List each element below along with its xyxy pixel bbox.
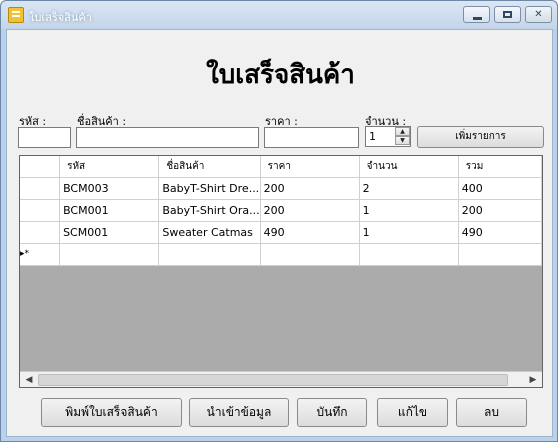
cell-total[interactable]: 200 xyxy=(458,199,542,222)
cell-quantity[interactable]: 1 xyxy=(359,221,459,244)
increment-icon[interactable]: ▲ xyxy=(395,127,410,136)
maximize-icon xyxy=(503,11,512,18)
column-header-quantity[interactable]: จำนวน xyxy=(359,156,459,178)
close-button[interactable]: ✕ xyxy=(525,6,552,23)
new-cell[interactable] xyxy=(359,243,459,266)
scroll-right-icon[interactable]: ▶ xyxy=(525,373,541,387)
print-receipt-button[interactable]: พิมพ์ใบเสร็จสินค้า xyxy=(41,398,182,427)
price-input[interactable] xyxy=(264,127,359,148)
row-header[interactable] xyxy=(20,199,61,222)
new-cell[interactable] xyxy=(158,243,261,266)
code-input[interactable] xyxy=(18,127,71,148)
quantity-stepper[interactable]: 1 ▲ ▼ xyxy=(365,126,411,147)
add-item-button[interactable]: เพิ่มรายการ xyxy=(417,126,544,148)
items-table: รหัส ชื่อสินค้า ราคา จำนวน รวม BCM003 Ba… xyxy=(20,156,542,266)
product-name-input[interactable] xyxy=(76,127,259,148)
minimize-icon xyxy=(473,17,482,20)
cell-code[interactable]: BCM001 xyxy=(59,199,160,222)
table-header-row: รหัส ชื่อสินค้า ราคา จำนวน รวม xyxy=(20,156,542,178)
minimize-button[interactable] xyxy=(463,6,490,23)
app-window: ใบเสร็จสินค้า ✕ ใบเสร็จสินค้า รหัส : ชื่… xyxy=(0,0,558,442)
cell-total[interactable]: 400 xyxy=(458,177,542,200)
items-grid[interactable]: รหัส ชื่อสินค้า ราคา จำนวน รวม BCM003 Ba… xyxy=(19,155,543,388)
cell-price[interactable]: 200 xyxy=(260,177,360,200)
maximize-button[interactable] xyxy=(494,6,521,23)
form-client-area: ใบเสร็จสินค้า รหัส : ชื่อสินค้า : ราคา :… xyxy=(6,29,553,437)
scrollbar-thumb[interactable] xyxy=(38,374,508,386)
cell-quantity[interactable]: 1 xyxy=(359,199,459,222)
cell-price[interactable]: 200 xyxy=(260,199,360,222)
column-header-price[interactable]: ราคา xyxy=(260,156,360,178)
edit-button[interactable]: แก้ไข xyxy=(377,398,448,427)
cell-total[interactable]: 490 xyxy=(458,221,542,244)
table-row[interactable]: BCM001 BabyT-Shirt Ora... 200 1 200 xyxy=(20,199,542,222)
title-bar[interactable]: ใบเสร็จสินค้า ✕ xyxy=(1,1,557,29)
cell-quantity[interactable]: 2 xyxy=(359,177,459,200)
close-icon: ✕ xyxy=(534,8,543,20)
scroll-left-icon[interactable]: ◀ xyxy=(21,373,37,387)
row-header-corner[interactable] xyxy=(20,156,61,178)
row-header[interactable] xyxy=(20,177,61,200)
new-cell[interactable] xyxy=(260,243,360,266)
delete-button[interactable]: ลบ xyxy=(456,398,527,427)
cell-code[interactable]: SCM001 xyxy=(59,221,160,244)
table-row[interactable]: SCM001 Sweater Catmas 490 1 490 xyxy=(20,221,542,244)
new-row-marker-icon: ▸* xyxy=(20,243,61,266)
page-title: ใบเสร็จสินค้า xyxy=(206,60,355,90)
column-header-name[interactable]: ชื่อสินค้า xyxy=(158,156,261,178)
table-row[interactable]: BCM003 BabyT-Shirt Dre... 200 2 400 xyxy=(20,177,542,200)
cell-name[interactable]: Sweater Catmas xyxy=(158,221,261,244)
new-cell[interactable] xyxy=(59,243,160,266)
decrement-icon[interactable]: ▼ xyxy=(395,136,410,145)
new-cell[interactable] xyxy=(458,243,542,266)
cell-code[interactable]: BCM003 xyxy=(59,177,160,200)
horizontal-scrollbar[interactable]: ◀ ▶ xyxy=(20,371,542,387)
app-icon xyxy=(8,7,24,23)
window-title: ใบเสร็จสินค้า xyxy=(29,11,92,24)
row-header[interactable] xyxy=(20,221,61,244)
new-row[interactable]: ▸* xyxy=(20,243,542,266)
import-data-button[interactable]: นำเข้าข้อมูล xyxy=(189,398,289,427)
quantity-value: 1 xyxy=(369,130,376,143)
cell-name[interactable]: BabyT-Shirt Ora... xyxy=(158,199,261,222)
save-button[interactable]: บันทึก xyxy=(297,398,367,427)
cell-price[interactable]: 490 xyxy=(260,221,360,244)
cell-name[interactable]: BabyT-Shirt Dre... xyxy=(158,177,261,200)
column-header-total[interactable]: รวม xyxy=(458,156,542,178)
column-header-code[interactable]: รหัส xyxy=(59,156,160,178)
